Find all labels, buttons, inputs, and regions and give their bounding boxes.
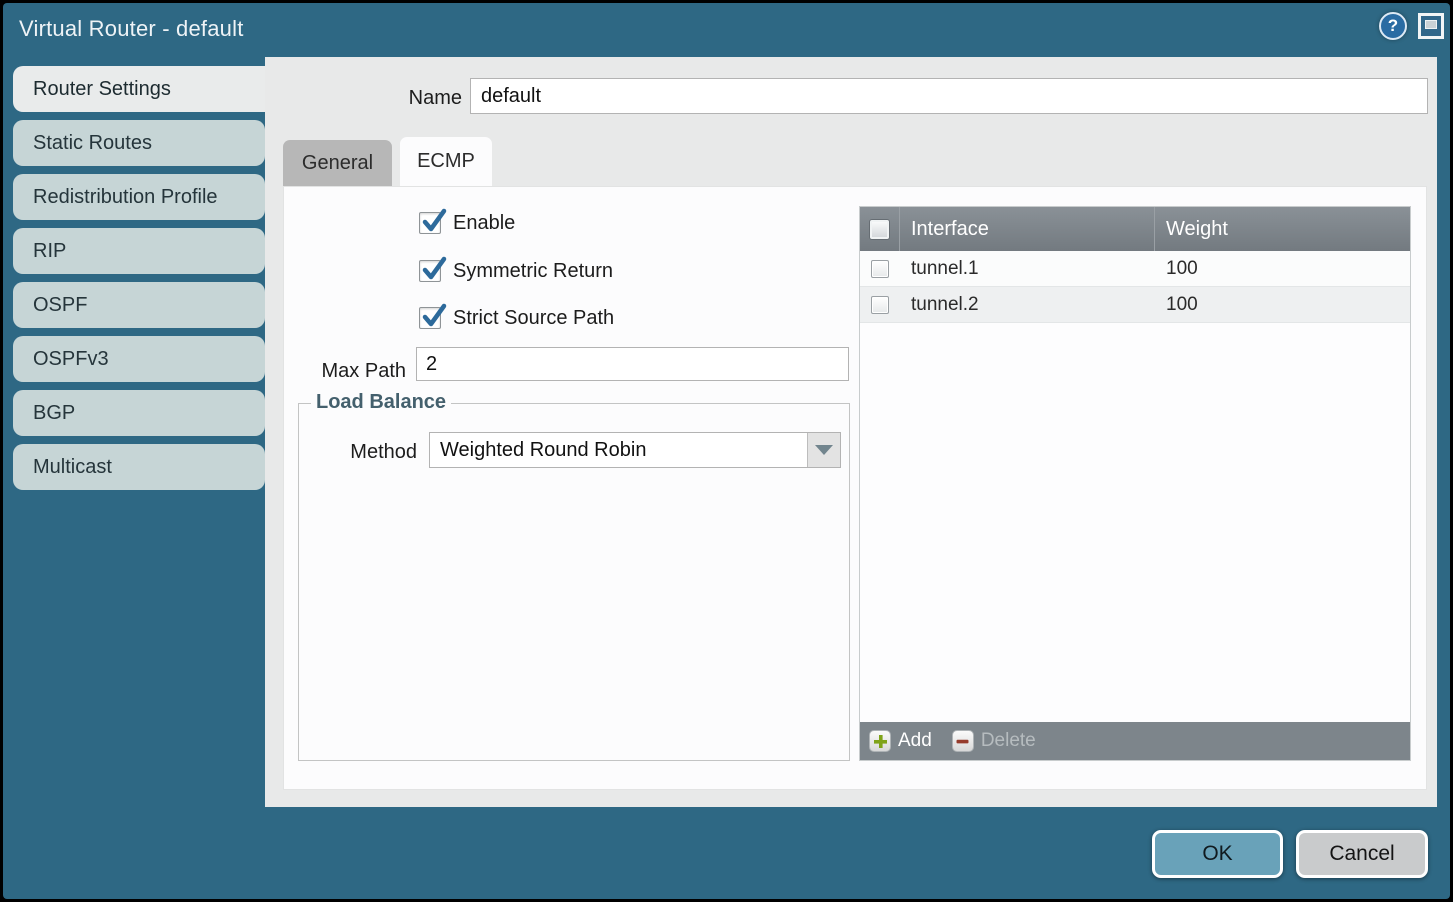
table-footer: Add Delete (860, 722, 1410, 760)
enable-row: Enable (419, 211, 515, 235)
check-icon (421, 208, 447, 234)
name-input[interactable] (470, 78, 1428, 114)
load-balance-group: Load Balance Method Weighted Round Robin (298, 403, 850, 761)
tab-ecmp[interactable]: ECMP (400, 137, 492, 186)
strict-source-path-row: Strict Source Path (419, 306, 614, 330)
ecmp-tab-panel: Enable Symmetric Return Strict Source Pa… (283, 186, 1427, 790)
table-row[interactable]: tunnel.1 100 (860, 251, 1410, 287)
select-all-checkbox[interactable] (870, 220, 889, 239)
column-header-weight-label: Weight (1166, 218, 1228, 241)
sidebar-item-rip[interactable]: RIP (13, 228, 265, 274)
dialog-title: Virtual Router - default (19, 16, 244, 42)
column-header-interface-label: Interface (911, 218, 989, 241)
cell-interface: tunnel.2 (900, 287, 1155, 322)
row-checkbox[interactable] (871, 296, 889, 314)
row-checkbox-cell (860, 287, 900, 322)
symmetric-return-row: Symmetric Return (419, 259, 613, 283)
enable-checkbox[interactable] (419, 212, 441, 234)
window-restore-icon-inner (1425, 20, 1437, 29)
cancel-button[interactable]: Cancel (1296, 830, 1428, 878)
ecmp-interface-table: Interface Weight tunnel.1 100 (859, 206, 1411, 761)
plus-icon (869, 730, 891, 752)
add-button[interactable]: Add (869, 730, 932, 752)
sidebar-item-bgp[interactable]: BGP (13, 390, 265, 436)
sidebar-item-ospfv3[interactable]: OSPFv3 (13, 336, 265, 382)
symmetric-return-label: Symmetric Return (453, 260, 613, 283)
strict-source-path-label: Strict Source Path (453, 307, 614, 330)
enable-label: Enable (453, 212, 515, 235)
table-empty-area (860, 323, 1410, 722)
method-label: Method (299, 434, 417, 470)
window-restore-icon[interactable] (1418, 13, 1444, 39)
sidebar-item-multicast[interactable]: Multicast (13, 444, 265, 490)
ok-button[interactable]: OK (1152, 830, 1283, 878)
sidebar: Router Settings Static Routes Redistribu… (3, 57, 265, 899)
cell-interface: tunnel.1 (900, 251, 1155, 286)
max-path-input[interactable] (416, 347, 849, 381)
chevron-down-icon (815, 445, 833, 455)
sidebar-item-static-routes[interactable]: Static Routes (13, 120, 265, 166)
load-balance-legend: Load Balance (311, 391, 451, 414)
max-path-label: Max Path (284, 354, 406, 388)
header-checkbox-cell (860, 207, 900, 251)
method-select[interactable]: Weighted Round Robin (429, 432, 841, 468)
tab-general[interactable]: General (283, 140, 392, 186)
strict-source-path-checkbox[interactable] (419, 307, 441, 329)
help-icon[interactable]: ? (1379, 12, 1407, 40)
minus-icon (952, 730, 974, 752)
check-icon (421, 303, 447, 329)
sidebar-item-ospf[interactable]: OSPF (13, 282, 265, 328)
delete-button[interactable]: Delete (952, 730, 1036, 752)
sidebar-item-redistribution-profile[interactable]: Redistribution Profile (13, 174, 265, 220)
check-icon (421, 256, 447, 282)
content-area: Name General ECMP Enable Symm (265, 57, 1437, 807)
dropdown-button[interactable] (807, 433, 840, 467)
column-header-weight[interactable]: Weight (1155, 207, 1410, 251)
cell-weight: 100 (1155, 287, 1410, 322)
sidebar-item-router-settings[interactable]: Router Settings (13, 66, 265, 112)
table-row[interactable]: tunnel.2 100 (860, 287, 1410, 323)
row-checkbox[interactable] (871, 260, 889, 278)
delete-button-label: Delete (981, 730, 1036, 752)
virtual-router-dialog: Virtual Router - default ? Router Settin… (3, 3, 1450, 899)
add-button-label: Add (898, 730, 932, 752)
column-header-interface[interactable]: Interface (900, 207, 1155, 251)
row-checkbox-cell (860, 251, 900, 286)
cell-weight: 100 (1155, 251, 1410, 286)
method-selected-value: Weighted Round Robin (440, 433, 646, 467)
table-header: Interface Weight (860, 207, 1410, 251)
symmetric-return-checkbox[interactable] (419, 260, 441, 282)
name-label: Name (375, 87, 462, 110)
title-bar: Virtual Router - default ? (3, 3, 1450, 57)
